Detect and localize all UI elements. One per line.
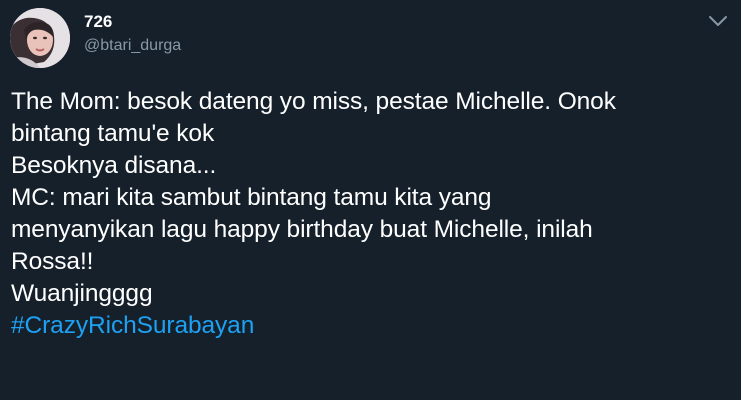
- tweet-text-line: MC: mari kita sambut bintang tamu kita y…: [11, 184, 492, 211]
- tweet-card: 726 @btari_durga The Mom: besok dateng y…: [0, 0, 741, 400]
- tweet-text-line: Rossa!!: [11, 248, 94, 275]
- tweet-text-line: Besoknya disana...: [11, 152, 217, 179]
- display-name[interactable]: 726: [84, 12, 112, 32]
- username-handle[interactable]: @btari_durga: [84, 36, 181, 56]
- tweet-text-line: Wuanjingggg: [11, 280, 153, 307]
- hashtag-link[interactable]: #CrazyRichSurabayan: [11, 312, 254, 339]
- tweet-text-line: menyanyikan lagu happy birthday buat Mic…: [11, 216, 593, 243]
- avatar[interactable]: [10, 8, 70, 68]
- tweet-text: The Mom: besok dateng yo miss, pestae Mi…: [11, 86, 733, 342]
- tweet-text-line: bintang tamu'e kok: [11, 120, 215, 147]
- tweet-text-line: The Mom: besok dateng yo miss, pestae Mi…: [11, 88, 616, 115]
- chevron-down-icon: [709, 16, 727, 26]
- profile-photo-icon: [10, 8, 70, 68]
- tweet-menu-button[interactable]: [707, 12, 729, 30]
